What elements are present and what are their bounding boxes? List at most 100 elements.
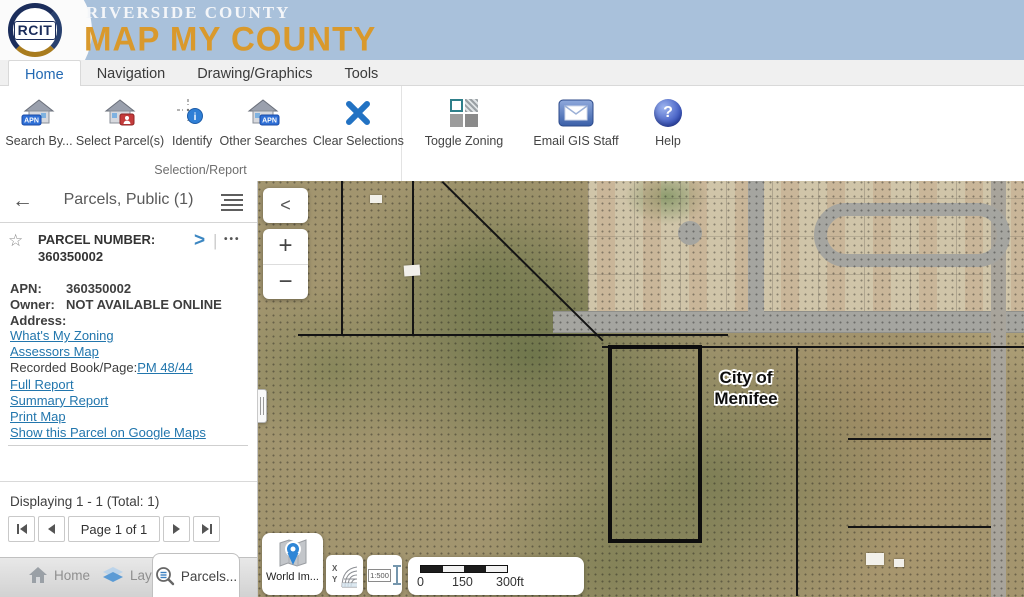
email-gis-staff-button[interactable]: Email GIS Staff [526,92,626,150]
tools-group: Toggle Zoning Email GIS Staff [402,86,694,181]
button-label: Select Parcel(s) [76,134,164,148]
toggle-zoning-button[interactable]: Toggle Zoning [420,92,508,150]
button-label: Toggle Zoning [425,134,504,148]
ribbon-tabstrip: Home Navigation Drawing/Graphics Tools [0,60,1024,86]
star-icon[interactable]: ☆ [8,231,23,251]
tab-navigation[interactable]: Navigation [81,60,182,85]
recorded-book-page-label: Recorded Book/Page: [10,360,137,375]
scale-label-300ft: 300ft [496,575,524,589]
map-viewport[interactable]: City of Menifee < + − World Im... X Y [258,181,1024,597]
email-icon [558,94,594,132]
google-maps-link[interactable]: Show this Parcel on Google Maps [10,425,206,440]
house-select-icon [102,94,138,132]
button-label: Identify [172,134,212,148]
identify-crosshair-icon: i [176,94,208,132]
panel-header: ← Parcels, Public (1) [0,181,257,223]
ribbon-group-label: Selection/Report [0,163,401,177]
scale-label-150: 150 [452,575,473,589]
building [866,553,884,565]
identify-button[interactable]: i Identify [168,92,216,150]
field-owner: Owner:NOT AVAILABLE ONLINE [10,297,222,313]
rcit-logo-text: RCIT [14,21,57,40]
divider: | [213,231,217,251]
print-map-link[interactable]: Print Map [10,409,66,424]
zoom-out-button[interactable]: − [263,265,308,300]
map-my-county-app: RCIT RIVERSIDE COUNTY MAP MY COUNTY Home… [0,0,1024,597]
tab-home[interactable]: Home [8,60,81,86]
footer-tab-home[interactable]: Home [28,566,90,584]
house-apn-icon: APN [245,94,281,132]
scale-label-0: 0 [417,575,424,589]
scale-bar-segments [420,565,508,573]
ribbon-toolbar: APN Search By... Select Parcel(s [0,86,1024,181]
svg-text:APN: APN [24,118,39,125]
svg-text:X: X [332,564,338,573]
select-parcels-button[interactable]: Select Parcel(s) [72,92,168,150]
parcels-search-icon [155,566,175,586]
divider [0,481,257,482]
svg-text:APN: APN [262,118,277,125]
basemap-button[interactable]: World Im... [262,533,323,595]
field-apn: APN:360350002 [10,281,222,297]
clear-selections-button[interactable]: Clear Selections [310,92,406,150]
last-page-button[interactable] [193,516,220,542]
field-address: Address: [10,313,222,329]
more-options-icon[interactable]: ••• [224,234,241,245]
coordinates-button[interactable]: X Y [326,555,363,595]
tab-tools[interactable]: Tools [328,60,394,85]
next-page-button[interactable] [163,516,190,542]
whats-my-zoning-link[interactable]: What's My Zoning [10,328,114,343]
selection-report-group: APN Search By... Select Parcel(s [0,86,402,181]
summary-report-link[interactable]: Summary Report [10,393,108,408]
button-label: Other Searches [220,134,308,148]
city-of-menifee-label: City of Menifee [685,367,807,409]
map-scale-button[interactable]: 1:500 [367,555,402,595]
building [894,559,904,567]
button-label: Clear Selections [313,134,404,148]
divider [8,445,248,446]
button-label: Help [655,134,681,148]
scale-bar: 0 150 300ft [408,557,584,595]
help-button[interactable]: ? Help [642,92,694,150]
house-apn-icon: APN [21,94,57,132]
parcel-line [412,181,414,335]
results-count: Displaying 1 - 1 (Total: 1) [10,494,159,509]
menu-icon[interactable] [221,194,243,214]
clear-x-icon [343,94,373,132]
rcit-logo: RCIT [8,3,62,57]
tab-drawing-graphics[interactable]: Drawing/Graphics [181,60,328,85]
parcel-fields: APN:360350002 Owner:NOT AVAILABLE ONLINE… [10,281,222,329]
button-label: Search By... [5,134,72,148]
recorded-book-page-link[interactable]: PM 48/44 [137,360,193,375]
panel-collapse-button[interactable]: < [263,188,308,223]
previous-page-button[interactable] [38,516,65,542]
panel-title: Parcels, Public (1) [0,191,257,209]
search-by-button[interactable]: APN Search By... [6,92,72,150]
scale-value: 1:500 [368,569,391,582]
home-icon [28,566,48,584]
help-icon: ? [654,94,682,132]
parcel-links: What's My Zoning Assessors Map Recorded … [10,328,206,441]
panel-resize-grip[interactable] [258,389,267,423]
svg-text:Y: Y [332,575,338,584]
footer-tab-parcels[interactable]: Parcels... [152,553,240,597]
layers-icon [102,566,124,584]
first-page-button[interactable] [8,516,35,542]
xy-graticule-icon: X Y [331,561,358,589]
other-searches-button[interactable]: APN Other Searches [216,92,310,150]
pagination: Page 1 of 1 [8,516,220,542]
parcel-line [341,181,343,335]
full-report-link[interactable]: Full Report [10,377,74,392]
scale-ibeam-icon [393,565,401,585]
parcel-line [848,526,991,528]
parcels-results-panel: ← Parcels, Public (1) ☆ PARCEL NUMBER: 3… [0,181,258,597]
basemap-pin-icon [277,537,309,569]
chevron-right-icon[interactable]: > [194,230,205,252]
basemap-label: World Im... [266,571,319,583]
parcel-number-value: 360350002 [38,249,103,264]
zoom-in-button[interactable]: + [263,229,308,265]
parcel-number-label: PARCEL NUMBER: [38,232,155,247]
assessors-map-link[interactable]: Assessors Map [10,344,99,359]
app-header: RCIT RIVERSIDE COUNTY MAP MY COUNTY [0,0,1024,60]
zoning-grid-icon [450,94,478,132]
